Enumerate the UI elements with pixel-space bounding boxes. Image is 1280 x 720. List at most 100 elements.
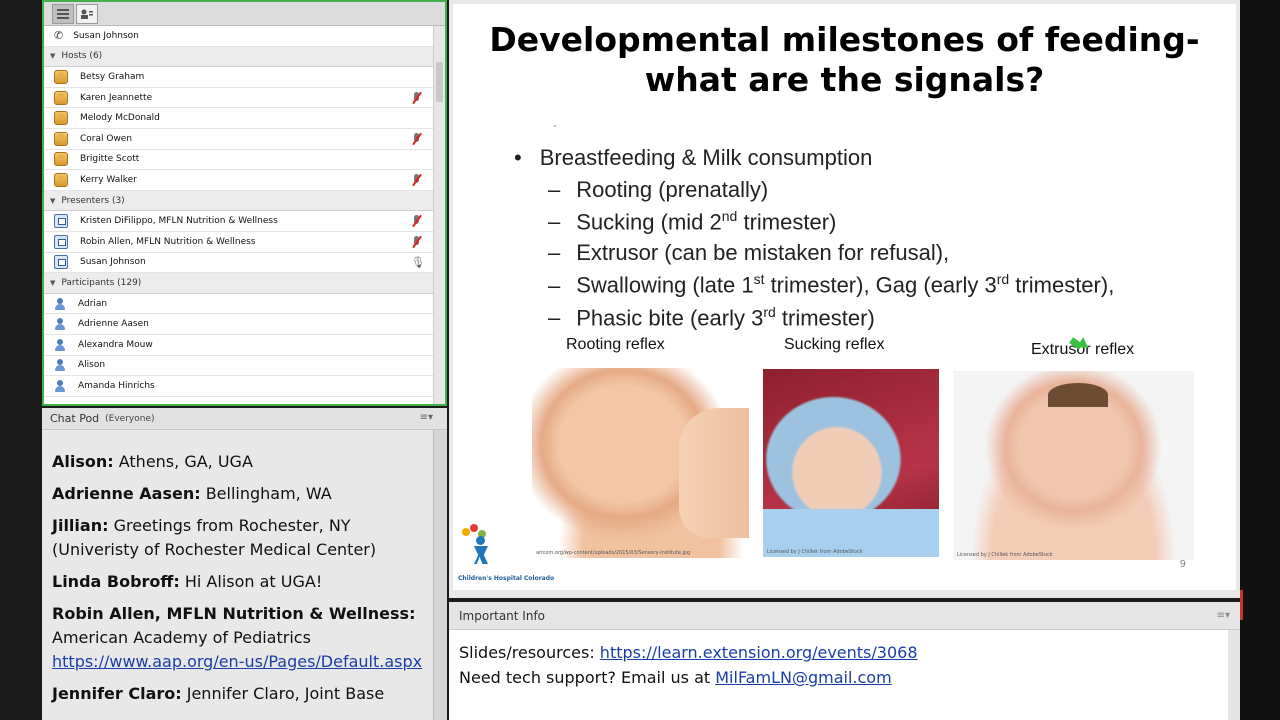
chat-text: Hi Alison at UGA! bbox=[179, 572, 323, 591]
attendee-row[interactable]: Coral Owen bbox=[44, 129, 433, 150]
mic-muted-icon bbox=[411, 173, 423, 187]
chat-text: Jennifer Claro, Joint Base bbox=[181, 684, 385, 703]
info-title: Important Info bbox=[459, 608, 546, 623]
slide-title: Developmental milestones of feeding- wha… bbox=[453, 20, 1236, 100]
bullet-sup: nd bbox=[721, 208, 738, 224]
logo-dot bbox=[470, 524, 478, 532]
chat-message: Adrienne Aasen: Bellingham, WA bbox=[52, 482, 432, 506]
chat-message: Linda Bobroff: Hi Alison at UGA! bbox=[52, 570, 432, 594]
chat-scope[interactable]: (Everyone) bbox=[105, 414, 154, 424]
chat-sender: Robin Allen, MFLN Nutrition & Wellness: bbox=[52, 604, 416, 623]
bullet-sucking: Sucking (mid 2nd trimester) bbox=[548, 208, 1114, 235]
group-participants[interactable]: ▼ Participants (129) bbox=[44, 273, 433, 294]
presenter-icon bbox=[54, 214, 68, 229]
slide-title-line: what are the signals? bbox=[644, 60, 1045, 99]
attendee-name: Karen Jeannette bbox=[80, 92, 153, 103]
attendee-row[interactable]: Robin Allen, MFLN Nutrition & Wellness bbox=[44, 232, 433, 253]
phone-icon: ✆ bbox=[54, 29, 64, 43]
window-edge bbox=[1240, 0, 1280, 720]
speaking-icon: 🎙 bbox=[411, 255, 425, 269]
attendee-name: Robin Allen, MFLN Nutrition & Wellness bbox=[80, 236, 256, 247]
extrusor-reflex-photo: Licensed by J Chillek from AdobeStock bbox=[953, 371, 1194, 560]
chat-messages: Alison: Athens, GA, UGA Adrienne Aasen: … bbox=[42, 430, 432, 720]
slide-dash: - bbox=[553, 121, 557, 132]
bullet-text: trimester), bbox=[1009, 272, 1115, 298]
host-icon bbox=[54, 131, 68, 146]
hair-shape bbox=[1048, 383, 1108, 407]
chat-text: Bellingham, WA bbox=[200, 484, 332, 503]
host-icon bbox=[54, 90, 68, 105]
chat-pod: Chat Pod (Everyone) ≡▾ Alison: Athens, G… bbox=[42, 408, 447, 720]
attendee-row[interactable]: Brigitte Scott bbox=[44, 150, 433, 171]
attendee-row[interactable]: Alexandra Mouw bbox=[44, 335, 433, 356]
attendee-row[interactable]: Alison bbox=[44, 356, 433, 377]
caret-down-icon[interactable]: ▼ bbox=[50, 279, 55, 287]
info-label: Slides/resources: bbox=[459, 643, 600, 662]
support-email-link[interactable]: MilFamLN@gmail.com bbox=[715, 668, 891, 687]
info-line: Need tech support? Email us at MilFamLN@… bbox=[459, 665, 1240, 690]
caret-down-icon[interactable]: ▼ bbox=[50, 197, 55, 205]
photo-credit: Licensed by J Chillek from AdobeStock bbox=[957, 552, 1053, 558]
logo-text: Children's Hospital Colorado bbox=[458, 575, 555, 582]
bullet-text: trimester) bbox=[775, 304, 875, 330]
attendee-name: Amanda Hinrichs bbox=[78, 380, 155, 391]
mic-muted-icon bbox=[411, 214, 423, 228]
attendee-row[interactable]: Susan Johnson 🎙 bbox=[44, 253, 433, 274]
attendee-row[interactable]: Adrienne Aasen bbox=[44, 314, 433, 335]
attendee-list[interactable]: ✆ Susan Johnson ▼ Hosts (6) Betsy Graham… bbox=[44, 26, 433, 404]
bullet-text: trimester) bbox=[737, 209, 837, 235]
bullet-extrusor: Extrusor (can be mistaken for refusal), bbox=[548, 240, 1114, 266]
slide-bullets: Breastfeeding & Milk consumption Rooting… bbox=[514, 145, 1115, 336]
list-view-icon[interactable] bbox=[52, 3, 74, 24]
chat-message: Robin Allen, MFLN Nutrition & Wellness: … bbox=[52, 602, 432, 674]
attendee-row[interactable]: Melody McDonald bbox=[44, 108, 433, 129]
attendee-name: Alison bbox=[78, 360, 106, 371]
sucking-reflex-photo: Licensed by J Chillek from AdobeStock bbox=[763, 369, 939, 557]
group-hosts[interactable]: ▼ Hosts (6) bbox=[44, 46, 433, 68]
mic-muted-icon bbox=[411, 132, 423, 146]
host-icon bbox=[54, 69, 68, 84]
bullet-text: Phasic bite (early 3 bbox=[576, 304, 764, 330]
attendee-row[interactable]: Adrian bbox=[44, 294, 433, 315]
attendee-view-icon[interactable] bbox=[76, 3, 98, 24]
caption-rooting: Rooting reflex bbox=[566, 336, 665, 353]
childrens-hospital-logo: Children's Hospital Colorado bbox=[458, 524, 578, 590]
attendee-row[interactable]: Betsy Graham bbox=[44, 67, 433, 88]
logo-dot bbox=[462, 528, 470, 536]
participant-icon bbox=[54, 338, 66, 352]
current-user-name: Susan Johnson bbox=[73, 30, 139, 41]
slides-link[interactable]: https://learn.extension.org/events/3068 bbox=[600, 643, 918, 662]
chat-link[interactable]: https://www.aap.org/en-us/Pages/Default.… bbox=[52, 652, 422, 671]
scroll-thumb[interactable] bbox=[436, 62, 443, 102]
bullet-text: trimester), Gag (early 3 bbox=[764, 272, 997, 298]
bullet-phasic: Phasic bite (early 3rd trimester) bbox=[548, 304, 1114, 331]
pod-menu-icon[interactable]: ≡▾ bbox=[1217, 610, 1230, 621]
chat-scrollbar[interactable] bbox=[433, 430, 447, 720]
slide: Developmental milestones of feeding- wha… bbox=[453, 4, 1236, 590]
attendee-name: Kristen DiFilippo, MFLN Nutrition & Well… bbox=[80, 216, 278, 227]
group-label: Hosts (6) bbox=[61, 51, 103, 62]
info-scrollbar[interactable] bbox=[1228, 630, 1240, 720]
share-pod: Developmental milestones of feeding- wha… bbox=[449, 0, 1240, 598]
info-header: Important Info ≡▾ bbox=[449, 602, 1240, 630]
participant-icon bbox=[54, 317, 66, 331]
host-icon bbox=[54, 172, 68, 187]
info-label: Need tech support? Email us at bbox=[459, 668, 716, 687]
participant-icon bbox=[54, 379, 66, 393]
group-presenters[interactable]: ▼ Presenters (3) bbox=[44, 190, 433, 212]
attendee-name: Alexandra Mouw bbox=[78, 339, 153, 350]
attendee-row[interactable]: Kristen DiFilippo, MFLN Nutrition & Well… bbox=[44, 211, 433, 232]
attendee-row[interactable]: Kerry Walker bbox=[44, 170, 433, 191]
attendee-name: Coral Owen bbox=[80, 133, 133, 144]
bullet-sup: st bbox=[753, 271, 765, 288]
chat-sender: Alison: bbox=[52, 452, 114, 471]
pod-menu-icon[interactable]: ≡▾ bbox=[420, 412, 433, 423]
attendee-name: Adrienne Aasen bbox=[78, 319, 149, 330]
pointer-arrow-icon bbox=[1070, 337, 1090, 351]
attendee-row[interactable]: Amanda Hinrichs bbox=[44, 376, 433, 397]
bullet-sup: rd bbox=[996, 271, 1010, 288]
caret-down-icon[interactable]: ▼ bbox=[50, 52, 55, 60]
attendee-scrollbar[interactable] bbox=[433, 26, 445, 404]
caption-sucking: Sucking reflex bbox=[784, 336, 885, 353]
attendee-row[interactable]: Karen Jeannette bbox=[44, 88, 433, 109]
